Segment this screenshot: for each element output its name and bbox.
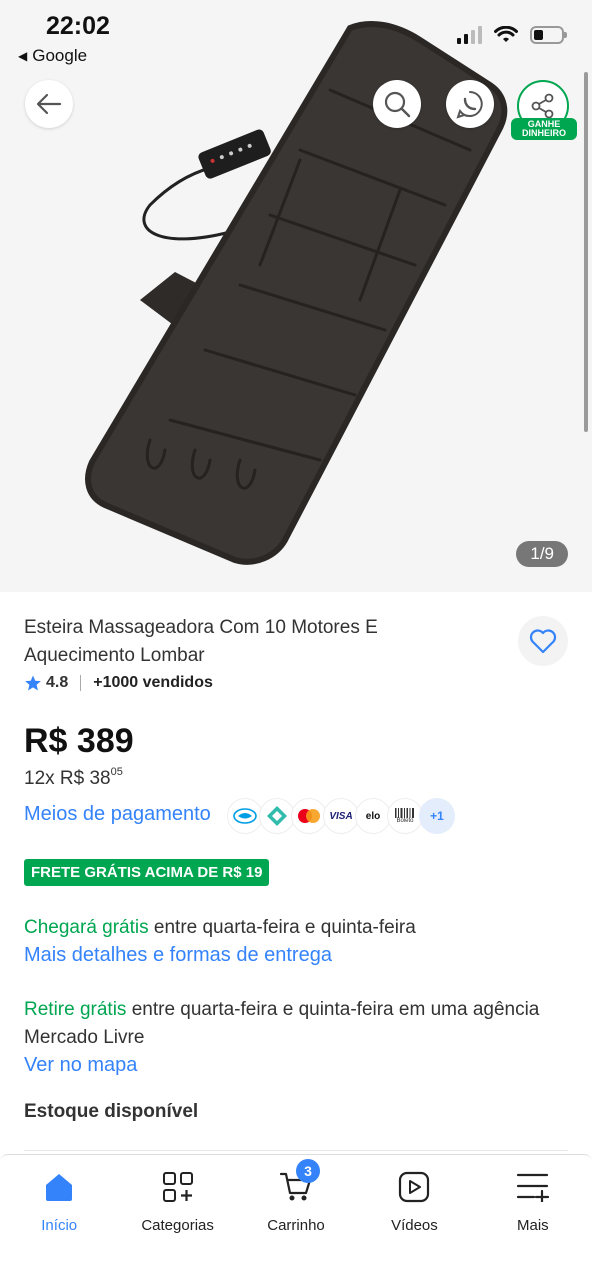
tab-home-label: Início [41, 1217, 78, 1234]
video-icon [399, 1171, 430, 1203]
stock-status: Estoque disponível [24, 1101, 199, 1122]
rating-divider [80, 675, 82, 691]
cart-count-badge: 3 [296, 1159, 321, 1183]
favorite-button[interactable] [518, 616, 568, 666]
bottom-tab-bar: Início Categorias 3 Carrinho Vídeos Mais [0, 1154, 592, 1280]
back-triangle-icon: ◀ [18, 49, 28, 63]
boleto-label: Boleto [396, 818, 414, 824]
star-icon [25, 675, 41, 691]
tab-cart[interactable]: 3 Carrinho [237, 1155, 355, 1280]
home-icon [46, 1174, 73, 1201]
pickup-highlight: Retire grátis [24, 999, 127, 1020]
delivery-text: Chegará grátis entre quarta-feira e quin… [24, 914, 524, 942]
installments-main: 12x R$ 38 [24, 768, 111, 789]
tab-more[interactable]: Mais [474, 1155, 592, 1280]
search-button[interactable] [373, 80, 421, 128]
pickup-text: Retire grátis entre quarta-feira e quint… [24, 996, 544, 1052]
installments: 12x R$ 3805 [24, 766, 123, 790]
tab-more-label: Mais [516, 1217, 549, 1234]
rating-row[interactable]: 4.8 +1000 vendidos [24, 674, 213, 692]
back-app-label: Google [32, 46, 88, 65]
tab-categories[interactable]: Categorias [118, 1155, 236, 1280]
search-icon [384, 91, 411, 118]
status-bar: 22:02 ◀ Google [0, 0, 592, 80]
battery-icon [530, 26, 567, 44]
categories-icon [162, 1172, 193, 1202]
more-icon [516, 1173, 549, 1202]
elo-icon: elo [355, 798, 391, 834]
tab-categories-label: Categorias [141, 1217, 214, 1234]
price: R$ 389 [24, 722, 134, 760]
whatsapp-share-button[interactable] [446, 80, 494, 128]
tab-home[interactable]: Início [0, 1155, 118, 1280]
scrollbar[interactable] [584, 72, 588, 432]
sold-count: +1000 vendidos [93, 674, 213, 691]
share-earn-button[interactable]: GANHE DINHEIRO [511, 78, 577, 142]
arrow-left-icon [36, 93, 62, 115]
payment-icons[interactable]: VISA elo Boleto +1 [227, 798, 455, 834]
free-shipping-badge: FRETE GRÁTIS ACIMA DE R$ 19 [24, 859, 270, 886]
section-divider [24, 1150, 568, 1151]
heart-icon [529, 629, 557, 654]
product-image [85, 21, 508, 565]
visa-icon: VISA [323, 798, 359, 834]
delivery-details-link[interactable]: Mais detalhes e formas de entrega [24, 944, 332, 967]
more-payment-badge[interactable]: +1 [419, 798, 455, 834]
clock: 22:02 [46, 12, 110, 40]
arrival-dates: entre quarta-feira e quinta-feira [148, 917, 416, 938]
mercadopago-icon [227, 798, 263, 834]
image-counter: 1/9 [516, 541, 568, 567]
arrival-highlight: Chegará grátis [24, 917, 149, 938]
back-button[interactable] [25, 80, 73, 128]
installments-cents: 05 [110, 766, 123, 778]
share-earn-tag: GANHE DINHEIRO [511, 118, 577, 140]
whatsapp-icon [456, 91, 483, 119]
tab-cart-label: Carrinho [267, 1217, 325, 1234]
payment-methods-link[interactable]: Meios de pagamento [24, 803, 211, 826]
mastercard-icon [291, 798, 327, 834]
boleto-icon: Boleto [387, 798, 423, 834]
product-gallery[interactable]: GANHE DINHEIRO 1/9 [0, 0, 592, 592]
tab-videos[interactable]: Vídeos [355, 1155, 473, 1280]
product-title: Esteira Massageadora Com 10 Motores E Aq… [24, 617, 378, 666]
pix-icon [259, 798, 295, 834]
see-on-map-link[interactable]: Ver no mapa [24, 1054, 137, 1077]
back-to-app-link[interactable]: ◀ Google [18, 46, 87, 66]
system-icons [457, 26, 567, 44]
rating-value: 4.8 [46, 674, 69, 691]
share-icon [531, 93, 554, 119]
wifi-icon [494, 26, 518, 42]
tab-videos-label: Vídeos [391, 1217, 438, 1234]
signal-icon [457, 26, 482, 44]
